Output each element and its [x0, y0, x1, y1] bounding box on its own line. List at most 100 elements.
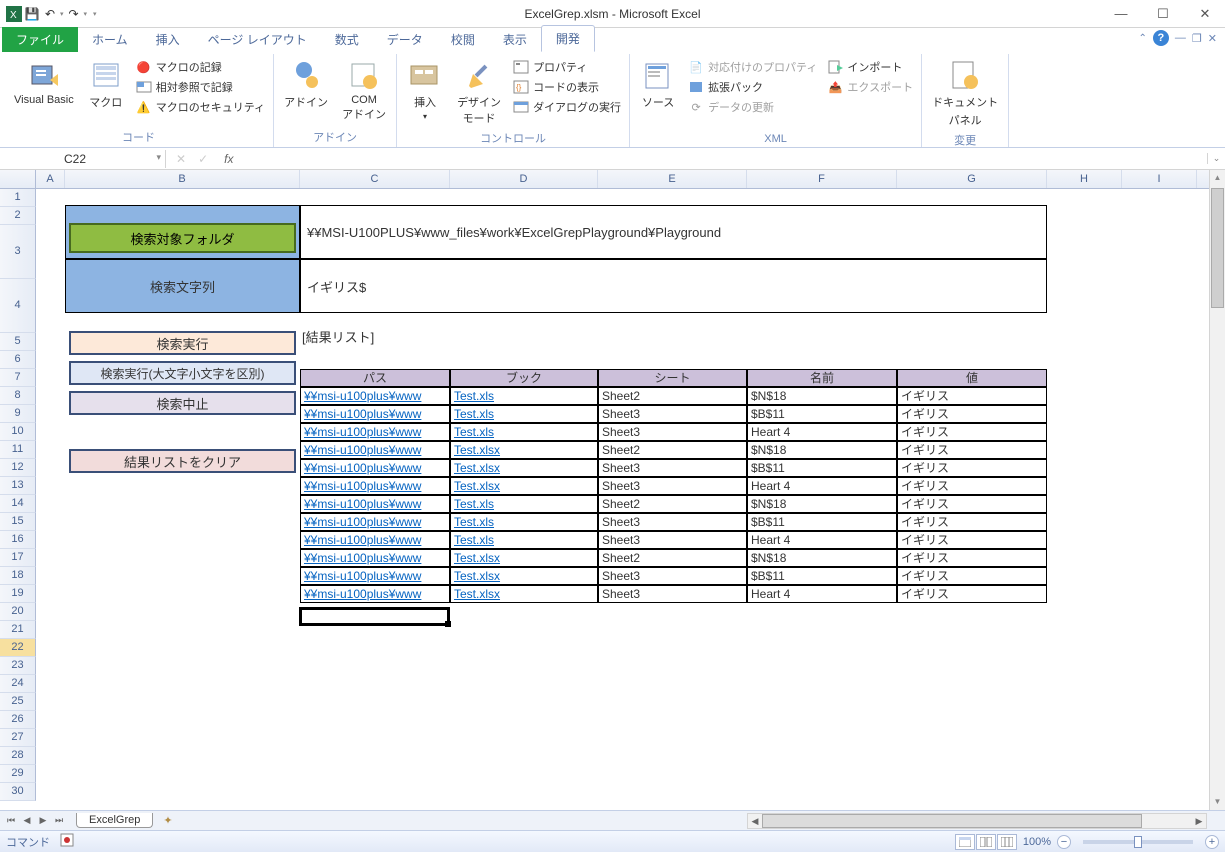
result-cell[interactable]: イギリス [897, 549, 1047, 567]
formula-expand-button[interactable]: ⌄ [1207, 153, 1225, 164]
result-cell[interactable]: イギリス [897, 585, 1047, 603]
tab-nav-next[interactable]: ▶ [36, 815, 50, 826]
row-header-13[interactable]: 13 [0, 477, 36, 495]
result-cell[interactable]: ¥¥msi-u100plus¥www [300, 531, 450, 549]
col-header-I[interactable]: I [1122, 170, 1197, 188]
result-cell[interactable]: Test.xls [450, 423, 598, 441]
ribbon-collapse-icon[interactable]: ⌃ [1139, 33, 1147, 44]
zoom-in-button[interactable]: + [1205, 835, 1219, 849]
result-cell[interactable]: Sheet2 [598, 441, 747, 459]
result-cell[interactable]: イギリス [897, 477, 1047, 495]
result-cell[interactable]: $N$18 [747, 495, 897, 513]
visual-basic-button[interactable]: Visual Basic [10, 58, 78, 127]
result-cell[interactable]: ¥¥msi-u100plus¥www [300, 405, 450, 423]
save-icon[interactable]: 💾 [24, 6, 40, 22]
result-cell[interactable]: $B$11 [747, 567, 897, 585]
row-header-15[interactable]: 15 [0, 513, 36, 531]
sheet-tab-excelgrep[interactable]: ExcelGrep [76, 813, 153, 828]
record-macro-button[interactable]: 🔴マクロの記録 [134, 58, 267, 76]
row-header-5[interactable]: 5 [0, 333, 36, 351]
result-cell[interactable]: ¥¥msi-u100plus¥www [300, 459, 450, 477]
result-link[interactable]: ¥¥msi-u100plus¥www [304, 407, 421, 421]
result-cell[interactable]: Test.xls [450, 531, 598, 549]
horizontal-scrollbar[interactable]: ◀ ▶ [747, 813, 1207, 829]
col-header-C[interactable]: C [300, 170, 450, 188]
row-header-9[interactable]: 9 [0, 405, 36, 423]
relative-ref-button[interactable]: 相対参照で記録 [134, 78, 267, 96]
tab-nav-last[interactable]: ⏭ [52, 815, 66, 826]
file-tab[interactable]: ファイル [2, 27, 78, 52]
result-cell[interactable]: Test.xlsx [450, 585, 598, 603]
result-cell[interactable]: イギリス [897, 495, 1047, 513]
result-link[interactable]: Test.xls [454, 425, 494, 439]
select-all-corner[interactable] [0, 170, 36, 188]
execute-search-button[interactable]: 検索実行 [69, 331, 296, 355]
row-header-11[interactable]: 11 [0, 441, 36, 459]
row-header-20[interactable]: 20 [0, 603, 36, 621]
result-cell[interactable]: イギリス [897, 423, 1047, 441]
insert-control-button[interactable]: 挿入▾ [403, 58, 447, 128]
addin-button[interactable]: アドイン [280, 58, 332, 127]
result-cell[interactable]: Heart 4 [747, 585, 897, 603]
row-header-7[interactable]: 7 [0, 369, 36, 387]
maximize-button[interactable]: ☐ [1149, 4, 1177, 24]
result-link[interactable]: ¥¥msi-u100plus¥www [304, 425, 421, 439]
result-link[interactable]: ¥¥msi-u100plus¥www [304, 533, 421, 547]
result-cell[interactable]: イギリス [897, 405, 1047, 423]
row-header-1[interactable]: 1 [0, 189, 36, 207]
row-header-23[interactable]: 23 [0, 657, 36, 675]
tab-review[interactable]: 校閲 [437, 27, 489, 52]
result-cell[interactable]: $N$18 [747, 441, 897, 459]
result-link[interactable]: ¥¥msi-u100plus¥www [304, 515, 421, 529]
result-cell[interactable]: Test.xlsx [450, 477, 598, 495]
zoom-percent[interactable]: 100% [1023, 836, 1051, 848]
folder-path-cell[interactable]: ¥¥MSI-U100PLUS¥www_files¥work¥ExcelGrepP… [300, 205, 1047, 259]
result-cell[interactable]: Test.xls [450, 387, 598, 405]
result-cell[interactable]: Sheet2 [598, 387, 747, 405]
col-header-G[interactable]: G [897, 170, 1047, 188]
result-cell[interactable]: Sheet3 [598, 585, 747, 603]
result-cell[interactable]: Sheet3 [598, 405, 747, 423]
row-header-27[interactable]: 27 [0, 729, 36, 747]
tab-developer[interactable]: 開発 [541, 25, 595, 52]
col-header-B[interactable]: B [65, 170, 300, 188]
window-restore-icon[interactable]: ❐ [1192, 32, 1202, 45]
result-cell[interactable]: イギリス [897, 531, 1047, 549]
result-cell[interactable]: ¥¥msi-u100plus¥www [300, 423, 450, 441]
result-link[interactable]: Test.xls [454, 407, 494, 421]
row-header-4[interactable]: 4 [0, 279, 36, 333]
result-cell[interactable]: ¥¥msi-u100plus¥www [300, 513, 450, 531]
docpanel-button[interactable]: ドキュメント パネル [928, 58, 1002, 130]
row-header-8[interactable]: 8 [0, 387, 36, 405]
result-cell[interactable]: Test.xlsx [450, 459, 598, 477]
row-header-26[interactable]: 26 [0, 711, 36, 729]
fx-button[interactable]: fx [216, 152, 241, 166]
result-cell[interactable]: Sheet3 [598, 567, 747, 585]
run-dialog-button[interactable]: ダイアログの実行 [511, 98, 623, 116]
help-icon[interactable]: ? [1153, 30, 1169, 46]
col-header-H[interactable]: H [1047, 170, 1122, 188]
result-link[interactable]: Test.xlsx [454, 551, 500, 565]
tab-nav-prev[interactable]: ◀ [20, 815, 34, 826]
result-cell[interactable]: ¥¥msi-u100plus¥www [300, 387, 450, 405]
tab-view[interactable]: 表示 [489, 27, 541, 52]
result-cell[interactable]: Sheet3 [598, 459, 747, 477]
close-button[interactable]: ✕ [1191, 4, 1219, 24]
result-link[interactable]: ¥¥msi-u100plus¥www [304, 587, 421, 601]
view-code-button[interactable]: {}コードの表示 [511, 78, 623, 96]
result-link[interactable]: Test.xlsx [454, 461, 500, 475]
result-cell[interactable]: Heart 4 [747, 423, 897, 441]
row-header-6[interactable]: 6 [0, 351, 36, 369]
result-cell[interactable]: Sheet3 [598, 423, 747, 441]
undo-icon[interactable]: ↶ [42, 6, 58, 22]
macros-button[interactable]: マクロ [84, 58, 128, 127]
clear-results-button[interactable]: 結果リストをクリア [69, 449, 296, 473]
result-link[interactable]: Test.xlsx [454, 479, 500, 493]
result-cell[interactable]: $B$11 [747, 405, 897, 423]
design-mode-button[interactable]: デザイン モード [453, 58, 505, 128]
result-link[interactable]: ¥¥msi-u100plus¥www [304, 497, 421, 511]
com-addin-button[interactable]: COM アドイン [338, 58, 390, 127]
row-header-10[interactable]: 10 [0, 423, 36, 441]
vertical-scrollbar[interactable]: ▲ ▼ [1209, 170, 1225, 810]
xml-expansion-button[interactable]: 拡張パック [686, 78, 819, 96]
